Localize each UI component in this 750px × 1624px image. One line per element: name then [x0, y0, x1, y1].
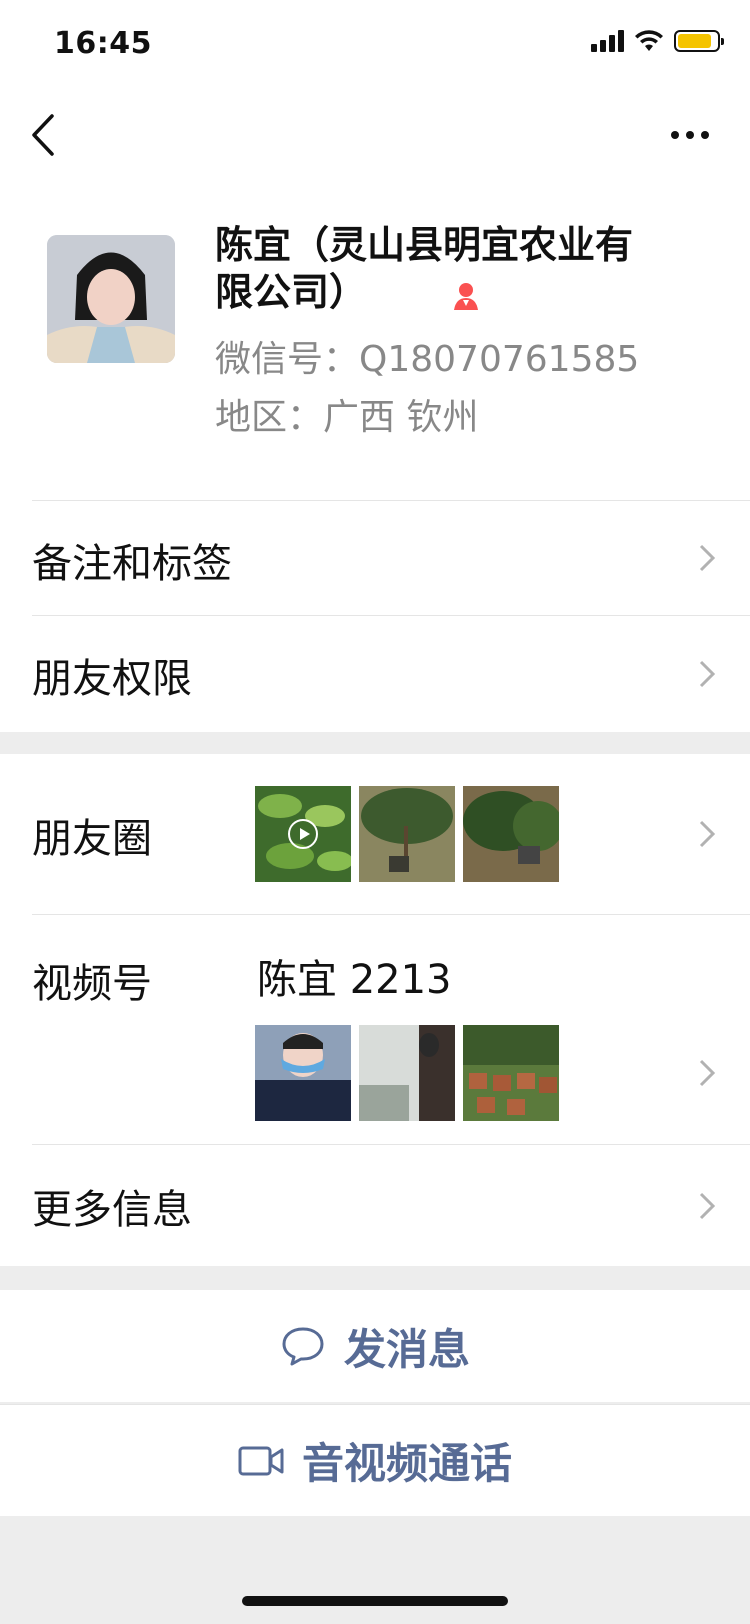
- moments-row[interactable]: 朋友圈: [32, 754, 750, 914]
- chevron-right-icon: [699, 1192, 716, 1220]
- nav-bar: [0, 90, 750, 180]
- permissions-row[interactable]: 朋友权限: [32, 615, 750, 732]
- video-call-button[interactable]: 音视频通话: [0, 1404, 750, 1516]
- signal-icon: [591, 30, 624, 52]
- chevron-left-icon: [32, 114, 54, 156]
- status-bar: 16:45: [0, 0, 750, 90]
- profile-header: 陈宜（灵山县明宜农业有限公司） 微信号：Q18070761585 地区：广西 钦…: [0, 180, 750, 500]
- channels-label: 视频号: [32, 961, 152, 1007]
- channels-row[interactable]: 视频号 陈宜 2213: [32, 914, 750, 1144]
- remarks-row[interactable]: 备注和标签: [32, 500, 750, 615]
- status-icons: [591, 30, 724, 52]
- female-icon: [454, 283, 478, 310]
- more-info-label: 更多信息: [32, 1187, 192, 1233]
- moments-label: 朋友圈: [32, 816, 152, 862]
- permissions-label: 朋友权限: [32, 656, 192, 702]
- contact-name: 陈宜（灵山县明宜农业有限公司）: [215, 223, 634, 314]
- remarks-label: 备注和标签: [32, 541, 232, 587]
- play-icon: [288, 819, 318, 849]
- settings-section: 备注和标签 朋友权限: [0, 500, 750, 732]
- chevron-right-icon: [699, 1059, 716, 1087]
- channel-thumbnail: [359, 1025, 455, 1121]
- wifi-icon: [635, 30, 663, 51]
- moments-thumbnail: [359, 786, 455, 882]
- home-indicator[interactable]: [242, 1596, 508, 1606]
- channel-name: 陈宜 2213: [257, 957, 452, 1003]
- more-button[interactable]: [660, 110, 720, 160]
- back-button[interactable]: [28, 110, 68, 160]
- moments-thumbnail: [463, 786, 559, 882]
- status-time: 16:45: [54, 26, 152, 61]
- chevron-right-icon: [699, 660, 716, 688]
- chevron-right-icon: [699, 544, 716, 572]
- chat-bubble-icon: [282, 1327, 324, 1366]
- ellipsis-icon: [671, 131, 679, 139]
- send-message-button[interactable]: 发消息: [0, 1290, 750, 1402]
- video-call-label: 音视频通话: [301, 1439, 512, 1488]
- avatar[interactable]: [47, 235, 175, 363]
- more-info-row[interactable]: 更多信息: [32, 1144, 750, 1266]
- wechat-id: 微信号：Q18070761585: [215, 339, 640, 380]
- moments-thumbnail: [255, 786, 351, 882]
- content-section: 朋友圈 视频号 陈宜 2213 更多信息: [0, 754, 750, 1266]
- chevron-right-icon: [699, 820, 716, 848]
- channel-thumbnail: [463, 1025, 559, 1121]
- send-message-label: 发消息: [343, 1324, 470, 1374]
- region: 地区：广西 钦州: [215, 397, 479, 438]
- battery-icon: [674, 30, 724, 52]
- channel-thumbnail: [255, 1025, 351, 1121]
- video-camera-icon: [238, 1446, 284, 1475]
